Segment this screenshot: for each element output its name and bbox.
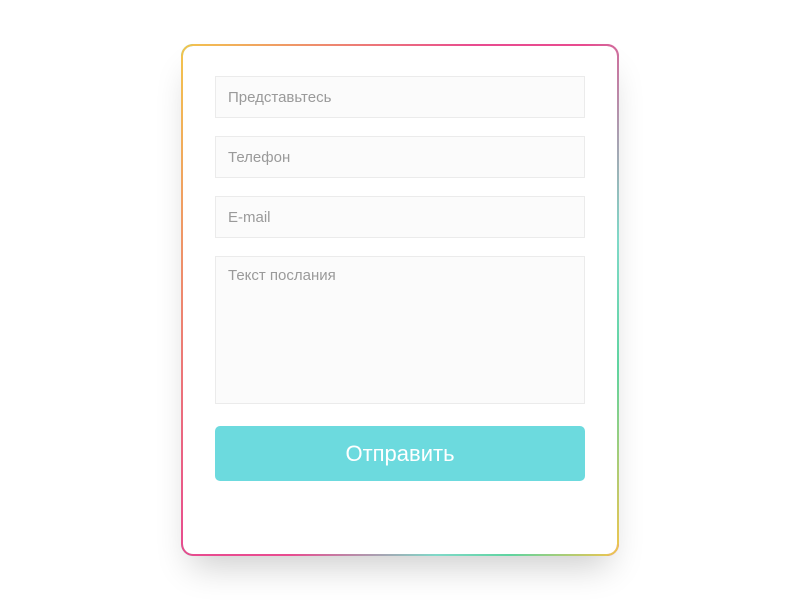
form-wrapper: Отправить — [181, 44, 619, 556]
contact-form: Отправить — [183, 46, 617, 554]
submit-button[interactable]: Отправить — [215, 426, 585, 481]
message-textarea[interactable] — [215, 256, 585, 404]
phone-input[interactable] — [215, 136, 585, 178]
name-input[interactable] — [215, 76, 585, 118]
email-input[interactable] — [215, 196, 585, 238]
